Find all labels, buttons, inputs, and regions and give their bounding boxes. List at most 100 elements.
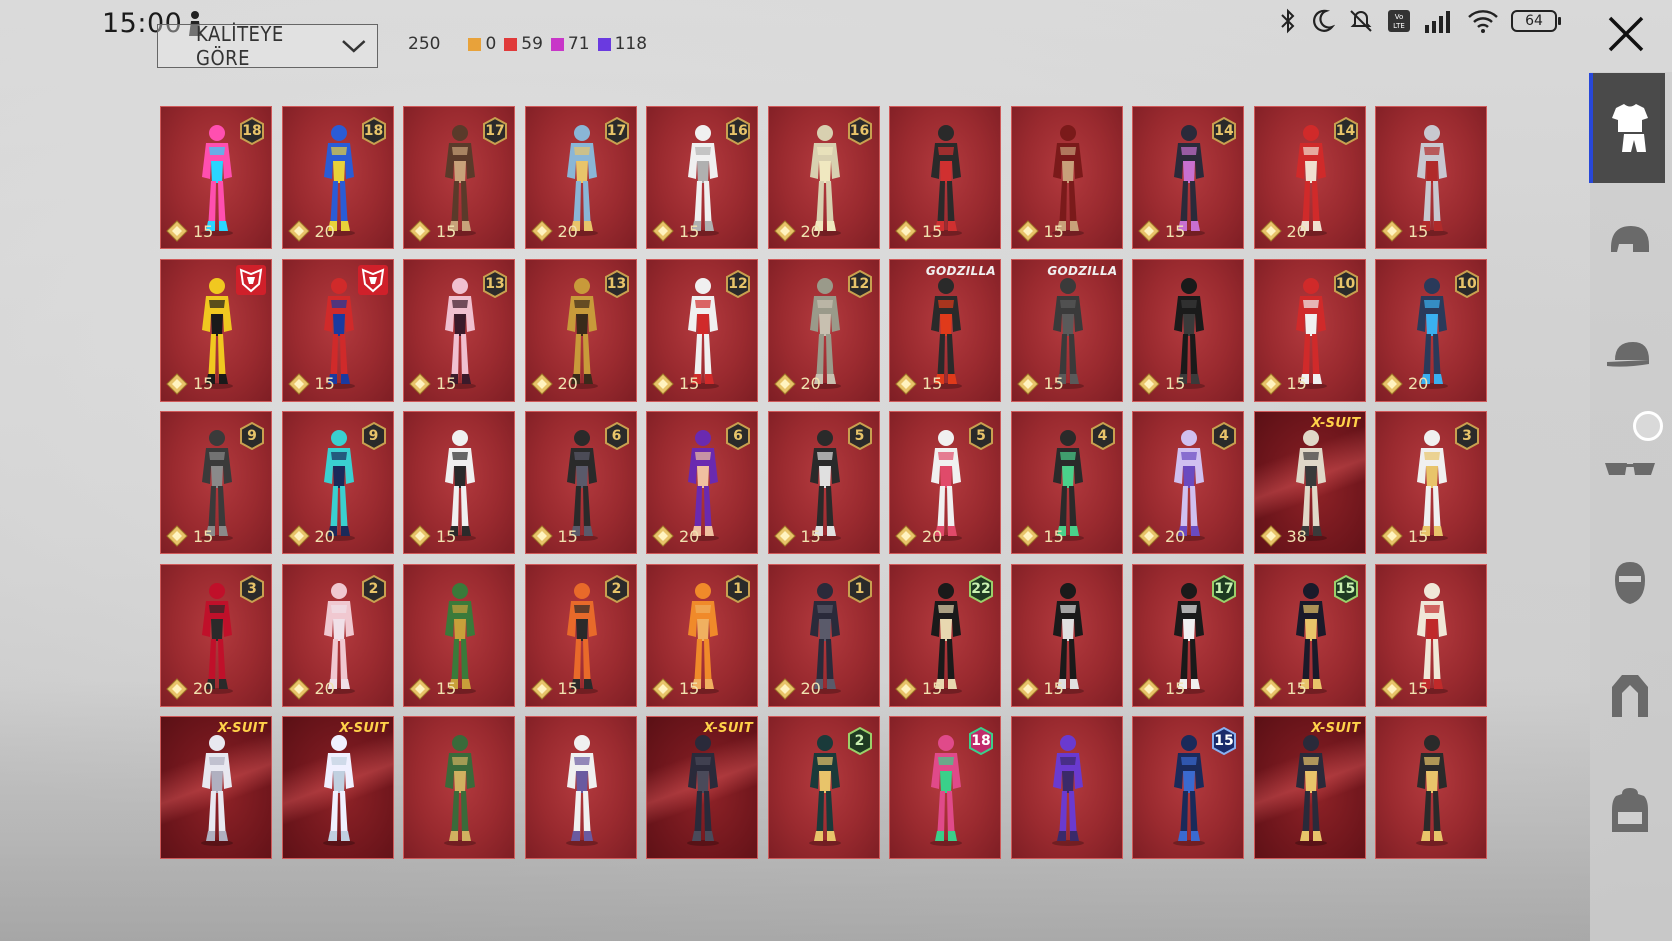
sidebar-item-outfit[interactable] — [1600, 98, 1660, 158]
outfit-card[interactable]: 15 — [1010, 106, 1123, 249]
outfit-card[interactable]: 13 15 — [403, 258, 515, 402]
coin-icon — [1016, 525, 1039, 547]
outfit-card[interactable]: 15 15 — [1253, 563, 1366, 707]
outfit-card[interactable]: 10 20 — [1375, 258, 1487, 402]
outfit-card[interactable]: 5 15 — [767, 411, 880, 554]
outfit-card[interactable]: 2 — [767, 716, 880, 859]
outfit-card[interactable]: GODZILLA 15 — [889, 258, 1001, 402]
outfit-card[interactable]: 10 15 — [1253, 258, 1366, 402]
outfit-card[interactable]: 18 15 — [160, 106, 272, 249]
coin-icon — [773, 220, 796, 242]
price-value: 15 — [1043, 526, 1064, 546]
red-square-icon — [504, 37, 518, 51]
level-badge-number: 9 — [247, 428, 257, 444]
outfit-card[interactable]: 1 15 — [646, 563, 758, 707]
outfit-card[interactable]: 15 — [1375, 106, 1487, 249]
outfit-card[interactable]: 16 15 — [646, 106, 758, 249]
outfit-card[interactable]: X-SUIT — [160, 716, 272, 859]
coin-icon — [1381, 677, 1403, 700]
level-badge-number: 13 — [606, 275, 627, 292]
outfit-card[interactable]: 6 15 — [524, 411, 637, 554]
price-value: 20 — [557, 374, 578, 393]
outfit-card[interactable]: 15 — [403, 411, 515, 554]
outfit-card[interactable]: 12 15 — [646, 258, 758, 402]
outfit-card[interactable]: 5 20 — [889, 411, 1001, 554]
sidebar-item-glasses[interactable] — [1600, 439, 1660, 499]
sort-dropdown[interactable]: KALİTEYE GÖRE — [157, 22, 378, 70]
outfit-card[interactable]: 15 — [403, 563, 515, 707]
price-tag: 15 — [773, 525, 821, 547]
outfit-card[interactable]: 14 15 — [1132, 106, 1244, 249]
outfit-card[interactable]: 17 15 — [403, 106, 515, 249]
sidebar-item-mask[interactable] — [1600, 553, 1660, 613]
price-value: 15 — [557, 679, 578, 698]
outfit-card[interactable]: 14 20 — [1253, 106, 1366, 249]
outfit-card[interactable]: 9 20 — [281, 411, 394, 554]
outfit-card[interactable]: 6 20 — [646, 411, 758, 554]
price-tag: 15 — [530, 677, 578, 700]
sidebar-item-backpack[interactable] — [1600, 781, 1660, 841]
volte-icon: Vo LTE — [1387, 9, 1411, 33]
outfit-card[interactable]: 22 15 — [889, 563, 1001, 707]
outfit-card[interactable]: 15 — [1010, 563, 1123, 707]
outfit-card[interactable]: 2 15 — [524, 563, 637, 707]
close-icon[interactable] — [1604, 12, 1648, 56]
outfit-card[interactable]: GODZILLA 15 — [1010, 258, 1123, 402]
sidebar-scroll-indicator[interactable] — [1633, 411, 1663, 441]
outfit-card[interactable]: 3 20 — [160, 563, 272, 707]
outfit-card[interactable]: 13 20 — [524, 258, 637, 402]
outfit-figure — [322, 735, 355, 846]
outfit-card[interactable]: 3 15 — [1375, 411, 1487, 554]
price-value: 15 — [1286, 679, 1307, 698]
sidebar-item-cap[interactable] — [1600, 325, 1660, 385]
price-tag: 15 — [1381, 525, 1428, 547]
rarity-count-orange: 0 — [468, 34, 496, 54]
outfit-card[interactable]: 17 20 — [524, 106, 637, 249]
outfit-card[interactable]: 15 — [889, 106, 1001, 249]
level-badge: 13 — [482, 269, 508, 298]
outfit-card[interactable]: 4 20 — [1132, 411, 1244, 554]
outfit-card[interactable]: X-SUIT — [281, 716, 394, 859]
outfit-card[interactable] — [1375, 716, 1487, 859]
outfit-card[interactable]: 15 — [281, 258, 394, 402]
level-badge-number: 6 — [611, 428, 622, 444]
outfit-card[interactable]: 15 — [160, 258, 272, 402]
price-value: 20 — [800, 679, 821, 698]
outfit-figure — [1051, 735, 1084, 846]
outfit-card[interactable]: X-SUIT 38 — [1253, 411, 1366, 554]
outfit-card[interactable] — [524, 716, 637, 859]
coin-icon — [530, 220, 553, 242]
outfit-card[interactable]: 18 — [889, 716, 1001, 859]
outfit-card[interactable]: 2 20 — [281, 563, 394, 707]
outfit-card[interactable]: 12 20 — [767, 258, 880, 402]
coin-icon — [652, 220, 674, 242]
level-badge-number: 9 — [368, 428, 379, 444]
outfit-card[interactable]: 15 — [1132, 258, 1244, 402]
outfit-card[interactable] — [1010, 716, 1123, 859]
outfit-card[interactable]: 17 15 — [1132, 563, 1244, 707]
sidebar-item-helmet[interactable] — [1600, 211, 1660, 271]
coin-icon — [1381, 220, 1403, 242]
price-tag: 20 — [287, 525, 335, 547]
outfit-card[interactable]: X-SUIT — [646, 716, 758, 859]
outfit-card[interactable]: 15 — [1132, 716, 1244, 859]
total-count: 250 — [408, 34, 441, 54]
sidebar-item-jacket[interactable] — [1600, 667, 1660, 727]
level-badge: 17 — [1211, 574, 1237, 603]
outfit-card[interactable]: 1 20 — [767, 563, 880, 707]
outfit-card[interactable] — [403, 716, 515, 859]
outfit-card[interactable]: 4 15 — [1010, 411, 1123, 554]
outfit-card[interactable]: 15 — [1375, 563, 1487, 707]
outfit-card[interactable]: 9 15 — [160, 411, 272, 554]
outfit-card[interactable]: 16 20 — [767, 106, 880, 249]
bluetooth-icon — [1279, 8, 1297, 34]
level-badge: 2 — [604, 574, 630, 603]
outfit-card[interactable]: 18 20 — [281, 106, 394, 249]
x-suit-tag: X-SUIT — [339, 721, 389, 736]
price-value: 15 — [922, 221, 943, 241]
outfit-card[interactable]: X-SUIT — [1253, 716, 1366, 859]
price-value: 20 — [1165, 526, 1186, 546]
price-tag: 20 — [166, 677, 213, 700]
price-tag: 15 — [166, 525, 213, 547]
price-value: 15 — [557, 526, 578, 546]
